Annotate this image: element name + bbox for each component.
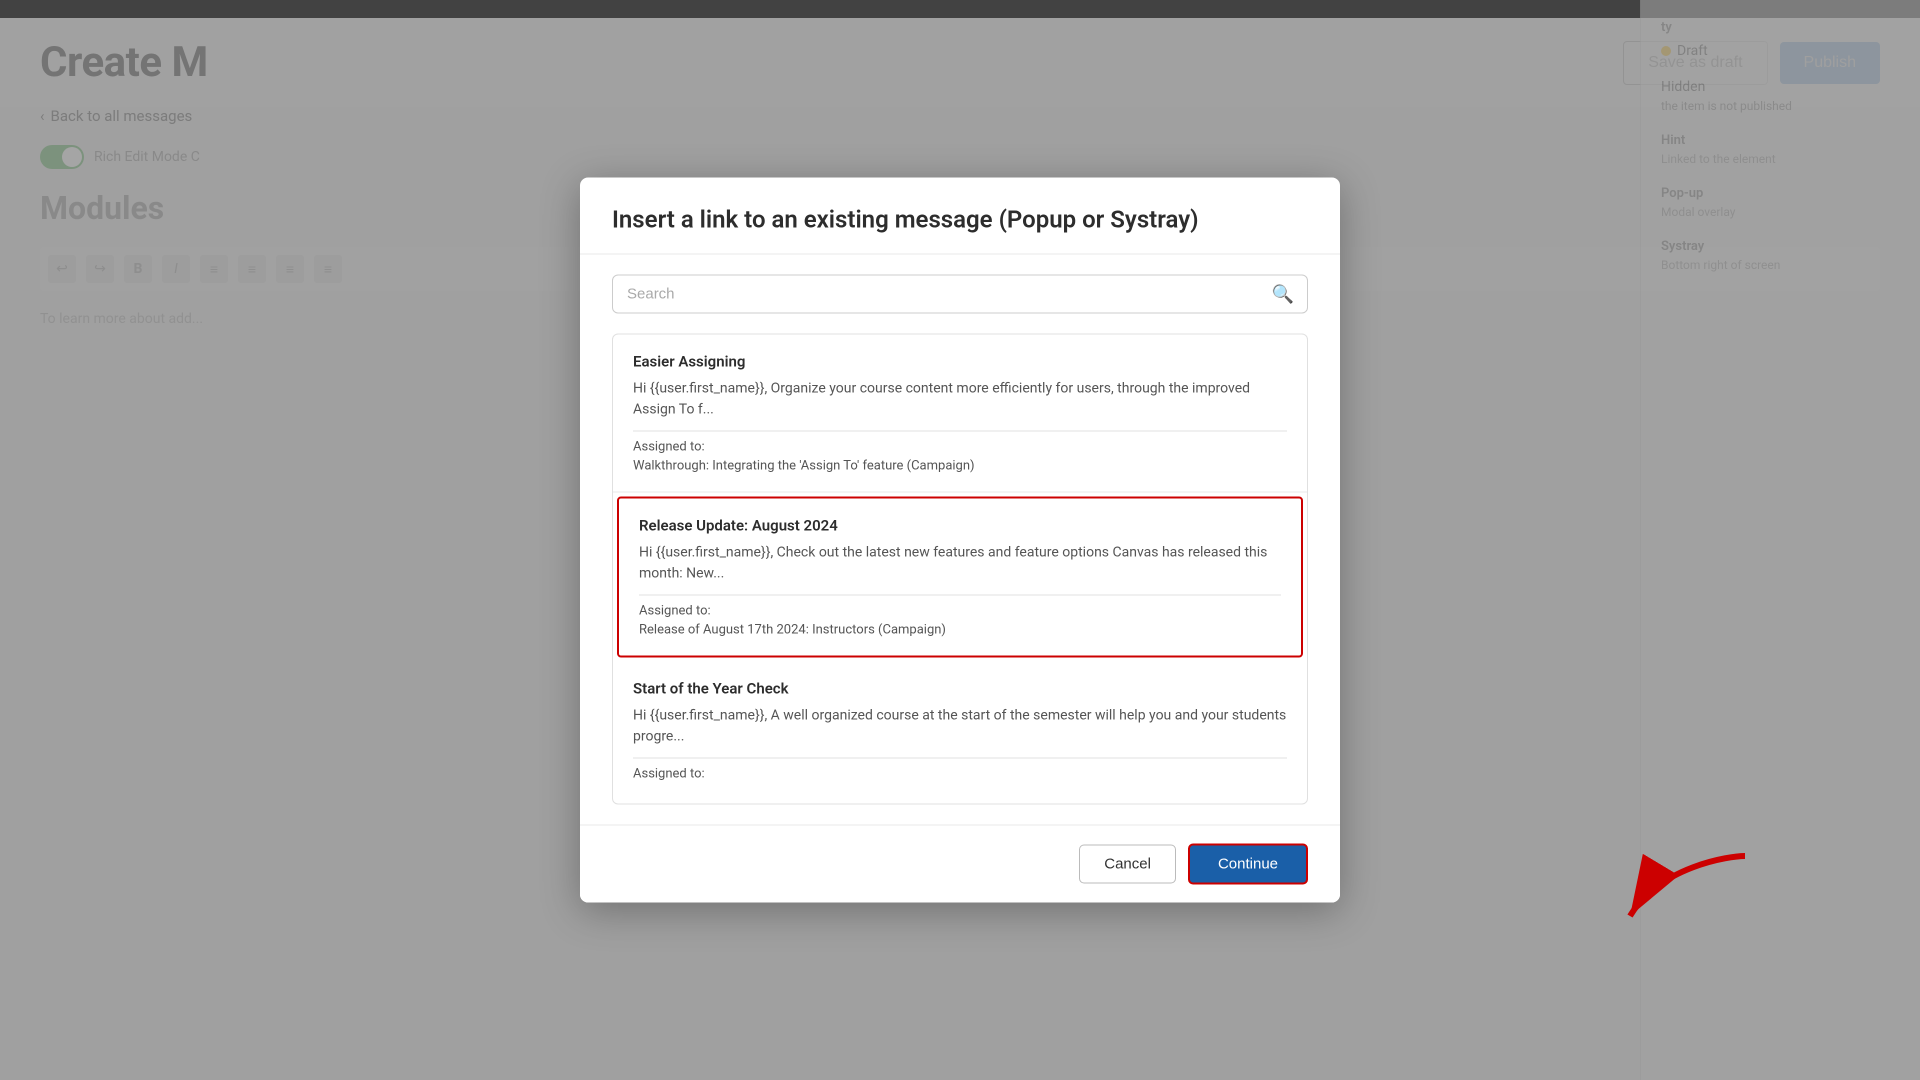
assigned-value-2: Release of August 17th 2024: Instructors…: [639, 623, 1281, 638]
message-preview-easier-assigning: Hi {{user.first_name}}, Organize your co…: [633, 379, 1287, 421]
search-wrapper: 🔍: [612, 275, 1308, 314]
message-list: Easier Assigning Hi {{user.first_name}},…: [612, 334, 1308, 805]
arrow-svg: [1600, 836, 1760, 956]
message-title-easier-assigning: Easier Assigning: [633, 353, 1287, 371]
message-item-start-of-year[interactable]: Start of the Year Check Hi {{user.first_…: [613, 662, 1307, 804]
message-divider-3: [633, 758, 1287, 759]
message-item-release-update[interactable]: Release Update: August 2024 Hi {{user.fi…: [617, 497, 1303, 658]
message-divider-2: [639, 595, 1281, 596]
message-item-easier-assigning[interactable]: Easier Assigning Hi {{user.first_name}},…: [613, 335, 1307, 493]
search-icon: 🔍: [1272, 284, 1294, 305]
arrow-annotation: [1600, 836, 1760, 960]
modal-body: 🔍 Easier Assigning Hi {{user.first_name}…: [580, 255, 1340, 825]
cancel-button[interactable]: Cancel: [1079, 845, 1176, 884]
continue-button[interactable]: Continue: [1188, 844, 1308, 885]
message-title-start-of-year: Start of the Year Check: [633, 680, 1287, 698]
modal-footer: Cancel Continue: [580, 825, 1340, 903]
message-preview-release-update: Hi {{user.first_name}}, Check out the la…: [639, 543, 1281, 585]
assigned-value-1: Walkthrough: Integrating the 'Assign To'…: [633, 459, 1287, 474]
modal-header: Insert a link to an existing message (Po…: [580, 178, 1340, 255]
modal-title: Insert a link to an existing message (Po…: [612, 206, 1308, 234]
assigned-label-3: Assigned to:: [633, 767, 1287, 782]
assigned-label-1: Assigned to:: [633, 440, 1287, 455]
message-title-release-update: Release Update: August 2024: [639, 517, 1281, 535]
insert-link-modal: Insert a link to an existing message (Po…: [580, 178, 1340, 903]
message-divider-1: [633, 431, 1287, 432]
message-preview-start-of-year: Hi {{user.first_name}}, A well organized…: [633, 706, 1287, 748]
search-input[interactable]: [612, 275, 1308, 314]
assigned-label-2: Assigned to:: [639, 604, 1281, 619]
